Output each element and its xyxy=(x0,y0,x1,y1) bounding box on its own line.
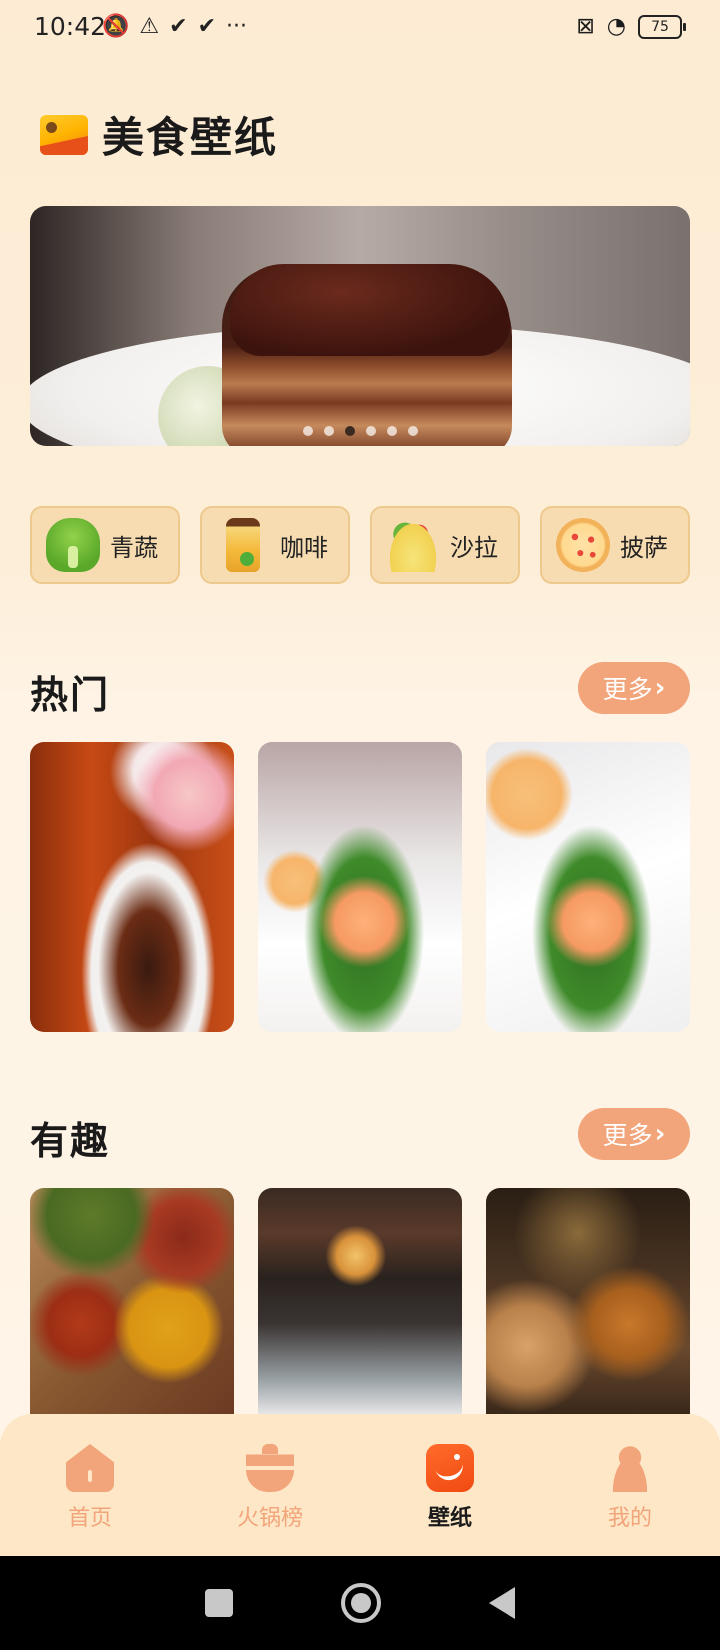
restaurant-kitchen-photo[interactable] xyxy=(258,1188,462,1414)
recents-icon[interactable] xyxy=(205,1589,233,1617)
banner-dot[interactable] xyxy=(302,426,313,436)
fun-image-row xyxy=(30,1188,690,1414)
status-right-icons: ⊠ ◔ 75 xyxy=(576,14,686,39)
category-label: 披萨 xyxy=(620,533,668,562)
salad-icon xyxy=(386,518,440,572)
category-pizza[interactable]: 披萨 xyxy=(540,506,690,584)
status-bar: 10:42 🔕 ⚠ ✔ ✔ ··· ⊠ ◔ 75 xyxy=(0,0,720,54)
shrimp-broccoli-photo[interactable] xyxy=(258,742,462,1032)
dim-sum-photo[interactable] xyxy=(486,1188,690,1414)
hotpot-icon xyxy=(246,1444,294,1492)
category-label: 咖啡 xyxy=(280,533,328,562)
image-icon xyxy=(40,114,88,155)
hot-image-row xyxy=(30,742,690,1032)
category-label: 沙拉 xyxy=(450,533,498,562)
no-sim-icon: ⊠ xyxy=(576,14,595,39)
nav-home[interactable]: 首页 xyxy=(0,1414,180,1556)
banner-dot[interactable] xyxy=(365,426,376,436)
back-icon[interactable] xyxy=(489,1587,515,1619)
page-title: 美食壁纸 xyxy=(102,113,279,162)
app-header: 美食壁纸 xyxy=(40,104,278,165)
status-time: 10:42 xyxy=(34,12,107,41)
banner-dot[interactable] xyxy=(386,426,397,436)
more-label: 更多 xyxy=(602,675,653,704)
system-nav-bar xyxy=(0,1556,720,1650)
banner-pagination xyxy=(30,426,690,436)
nav-label: 火锅榜 xyxy=(236,1506,303,1531)
banner-dot[interactable] xyxy=(407,426,418,436)
wifi-icon: ◔ xyxy=(606,14,626,39)
alert-icon: ⚠ xyxy=(139,14,160,39)
category-salad[interactable]: 沙拉 xyxy=(370,506,520,584)
banner-dot[interactable] xyxy=(323,426,334,436)
vegetable-icon xyxy=(46,518,100,572)
banner-carousel[interactable] xyxy=(30,206,690,446)
nav-label: 我的 xyxy=(607,1506,652,1531)
category-vegetable[interactable]: 青蔬 xyxy=(30,506,180,584)
more-button-hot[interactable]: 更多 › xyxy=(578,662,690,714)
nav-wallpaper[interactable]: 壁纸 xyxy=(360,1414,540,1556)
section-title-hot: 热门 xyxy=(30,672,111,717)
banner-glaze xyxy=(230,264,510,356)
check-icon: ✔ xyxy=(169,14,188,39)
home-icon xyxy=(66,1444,114,1492)
pizza-icon xyxy=(556,518,610,572)
spices-photo[interactable] xyxy=(30,1188,234,1414)
nav-hotpot-rank[interactable]: 火锅榜 xyxy=(180,1414,360,1556)
category-row: 青蔬 咖啡 沙拉 披萨 xyxy=(30,506,690,584)
nav-label: 首页 xyxy=(67,1506,112,1531)
coffee-icon xyxy=(226,518,260,572)
mute-icon: 🔕 xyxy=(102,14,130,39)
section-title-fun: 有趣 xyxy=(30,1118,111,1163)
stew-dish-photo[interactable] xyxy=(30,742,234,1032)
more-label: 更多 xyxy=(602,1121,653,1150)
banner-dot[interactable] xyxy=(344,426,355,436)
status-left-icons: 🔕 ⚠ ✔ ✔ ··· xyxy=(102,14,247,40)
shrimp-broccoli-photo[interactable] xyxy=(486,742,690,1032)
category-coffee[interactable]: 咖啡 xyxy=(200,506,350,584)
category-label: 青蔬 xyxy=(110,533,158,562)
bottom-nav: 首页 火锅榜 壁纸 我的 xyxy=(0,1414,720,1556)
more-icon: ··· xyxy=(226,14,247,39)
chevron-right-icon: › xyxy=(654,673,666,703)
home-circle-icon[interactable] xyxy=(341,1583,381,1623)
battery-indicator: 75 xyxy=(638,14,686,39)
check-icon: ✔ xyxy=(197,14,217,39)
profile-icon xyxy=(606,1444,654,1492)
more-button-fun[interactable]: 更多 › xyxy=(578,1108,690,1160)
nav-label: 壁纸 xyxy=(427,1506,472,1531)
chevron-right-icon: › xyxy=(654,1119,666,1149)
wallpaper-icon xyxy=(426,1444,474,1492)
nav-mine[interactable]: 我的 xyxy=(540,1414,720,1556)
